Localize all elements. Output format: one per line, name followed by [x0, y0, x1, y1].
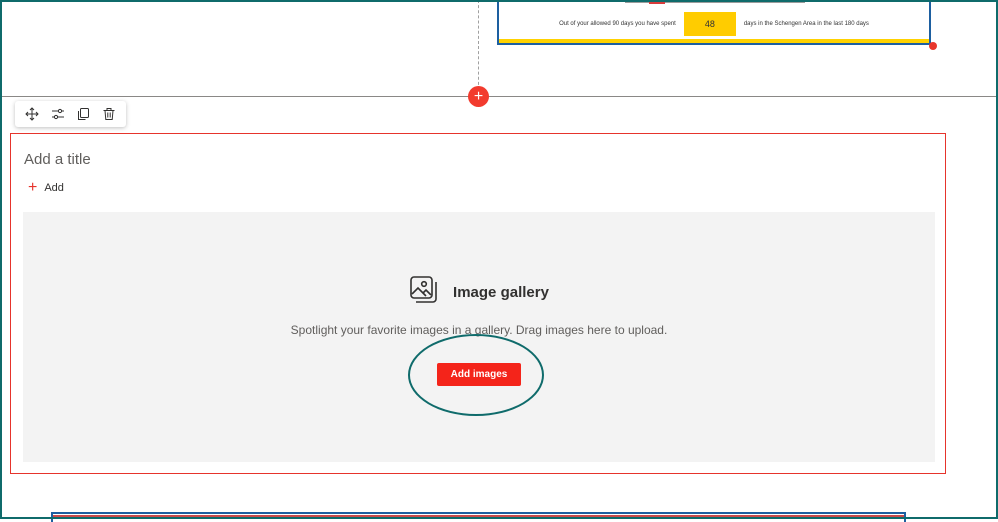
add-link-button[interactable]: + Add — [28, 180, 64, 196]
image-gallery-icon — [409, 275, 439, 310]
schengen-text-before: Out of your allowed 90 days you have spe… — [559, 21, 676, 27]
edit-properties-icon[interactable] — [47, 103, 69, 125]
placeholder-description: Spotlight your favorite images in a gall… — [290, 323, 668, 337]
add-section-button[interactable]: + — [468, 86, 489, 107]
webpart-toolbar — [15, 101, 126, 127]
placeholder-title: Image gallery — [453, 284, 549, 301]
plus-icon: + — [28, 179, 38, 196]
move-icon[interactable] — [21, 103, 43, 125]
card-bottom-bar — [499, 39, 929, 43]
image-gallery-webpart[interactable]: Add a title + Add Image gallery Spotligh… — [10, 133, 946, 474]
section-divider — [2, 96, 996, 97]
column-divider — [478, 0, 479, 90]
add-label: Add — [44, 182, 64, 194]
schengen-text-after: days in the Schengen Area in the last 18… — [743, 21, 869, 27]
add-images-button[interactable]: Add images — [437, 363, 521, 386]
days-spent-value: 48 — [683, 12, 736, 36]
schengen-summary: Out of your allowed 90 days you have spe… — [499, 11, 929, 37]
delete-icon[interactable] — [98, 103, 120, 125]
duplicate-icon[interactable] — [72, 103, 94, 125]
next-webpart[interactable] — [51, 512, 906, 522]
webpart-title-input[interactable]: Add a title — [24, 151, 91, 168]
schengen-calculator-webpart[interactable]: Out of your allowed 90 days you have spe… — [497, 0, 931, 45]
placeholder-header: Image gallery — [23, 275, 935, 310]
next-webpart-top-bar — [53, 515, 904, 518]
card-top-accent — [649, 2, 665, 4]
resize-handle[interactable] — [929, 42, 937, 50]
image-gallery-placeholder[interactable]: Image gallery Spotlight your favorite im… — [23, 212, 935, 462]
